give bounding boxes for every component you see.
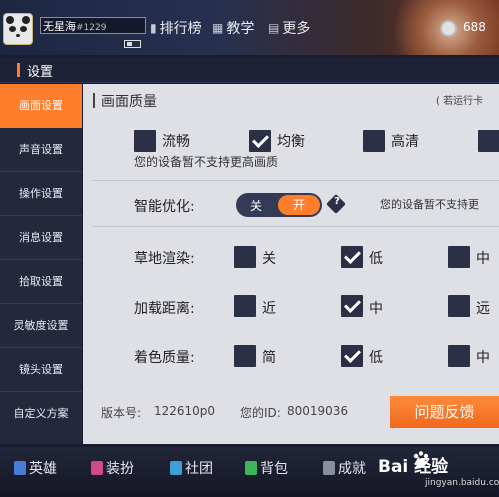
grass-off-label: 关 [262,251,276,267]
menu-item-controls[interactable]: 操作设置 [0,172,82,216]
shading-simple-checkbox[interactable] [234,345,256,367]
feedback-button[interactable]: 问题反馈 [390,396,499,428]
nav-ranking[interactable]: ▮ 排行榜 [150,18,202,38]
smart-opt-label: 智能优化: [134,199,195,215]
shading-mid-label: 中 [476,350,490,366]
smart-opt-hint: 您的设备暂不支持更 [380,198,479,211]
quality-extra-checkbox[interactable] [478,130,499,152]
nav-backpack-label: 背包 [260,461,288,477]
achievement-icon [323,461,335,475]
distance-mid-checkbox[interactable] [341,295,363,317]
nav-ranking-label: 排行榜 [159,21,202,37]
nav-club[interactable]: 社团 [170,458,213,478]
settings-header: 设置 [0,58,499,83]
nav-heroes-label: 英雄 [29,461,57,477]
user-id-label: 您的ID: [240,406,281,420]
quality-balanced-label: 均衡 [277,134,305,150]
menu-item-camera[interactable]: 镜头设置 [0,348,82,392]
menu-item-sound[interactable]: 声音设置 [0,128,82,172]
nav-club-label: 社团 [185,461,213,477]
nav-outfits-label: 装扮 [106,461,134,477]
shading-low-label: 低 [369,350,383,366]
grass-low-checkbox[interactable] [341,246,363,268]
quality-smooth-label: 流畅 [162,134,190,150]
shading-quality-label: 着色质量: [134,350,195,366]
shading-simple-label: 简 [262,350,276,366]
divider [93,180,499,181]
version-label: 版本号: [101,406,142,420]
menu-item-custom[interactable]: 自定义方案 [0,392,82,436]
help-glyph: ? [334,195,340,207]
coin-icon [440,20,457,37]
nav-heroes[interactable]: 英雄 [14,458,57,478]
nav-outfits[interactable]: 装扮 [91,458,134,478]
quality-hd-checkbox[interactable] [363,130,385,152]
watermark-url: jingyan.baidu.com [425,478,499,488]
toggle-off-label: 关 [250,199,263,213]
quality-hint: 您的设备暂不支持更高画质 [134,155,279,169]
nav-tutorial[interactable]: ▦ 教学 [212,18,254,38]
backpack-icon [245,461,257,475]
nav-achievements-label: 成就 [338,461,366,477]
nav-backpack[interactable]: 背包 [245,458,288,478]
distance-far-label: 远 [476,301,490,317]
book-icon: ▦ [212,21,224,35]
grid-icon: ▤ [268,21,280,35]
menu-item-display[interactable]: 画面设置 [0,84,82,128]
section-note: ( 若运行卡 [436,96,484,107]
quality-smooth-checkbox[interactable] [134,130,156,152]
player-tag: #1229 [76,23,107,33]
nav-more[interactable]: ▤ 更多 [268,18,310,38]
section-accent [93,93,95,108]
player-avatar[interactable] [3,13,33,45]
shading-low-checkbox[interactable] [341,345,363,367]
version-value: 122610p0 [154,404,216,418]
toggle-on-label: 开 [278,195,320,215]
distance-mid-label: 中 [369,301,383,317]
grass-mid-checkbox[interactable] [448,246,470,268]
grass-render-label: 草地渲染: [134,251,195,267]
watermark-logo: Bai 经验 [378,457,449,477]
grass-off-checkbox[interactable] [234,246,256,268]
user-id-value: 80019036 [287,404,349,418]
settings-title: 设置 [27,65,54,80]
nav-tutorial-label: 教学 [226,21,255,37]
quality-balanced-checkbox[interactable] [249,130,271,152]
menu-item-sensitivity[interactable]: 灵敏度设置 [0,304,82,348]
smart-opt-toggle[interactable]: 关 开 [236,193,322,217]
coin-count: 688 [463,20,486,34]
distance-near-checkbox[interactable] [234,295,256,317]
shading-mid-checkbox[interactable] [448,345,470,367]
player-name-text: 无星海 [43,20,76,33]
battery-icon [124,40,141,48]
nav-more-label: 更多 [282,21,311,37]
grass-mid-label: 中 [476,251,490,267]
outfit-icon [91,461,103,475]
hero-icon [14,461,26,475]
section-title: 画面质量 [101,94,157,110]
quality-hd-label: 高清 [391,134,419,150]
header-accent [17,63,20,77]
divider [93,226,499,227]
player-name[interactable]: 无星海#1229 [40,17,146,34]
menu-item-pickup[interactable]: 拾取设置 [0,260,82,304]
grass-low-label: 低 [369,251,383,267]
load-distance-label: 加载距离: [134,301,195,317]
club-icon [170,461,182,475]
nav-achievements[interactable]: 成就 [323,458,366,478]
distance-far-checkbox[interactable] [448,295,470,317]
menu-item-messages[interactable]: 消息设置 [0,216,82,260]
settings-menu: 画面设置 声音设置 操作设置 消息设置 拾取设置 灵敏度设置 镜头设置 自定义方… [0,84,82,444]
bar-chart-icon: ▮ [150,21,157,35]
distance-near-label: 近 [262,301,276,317]
